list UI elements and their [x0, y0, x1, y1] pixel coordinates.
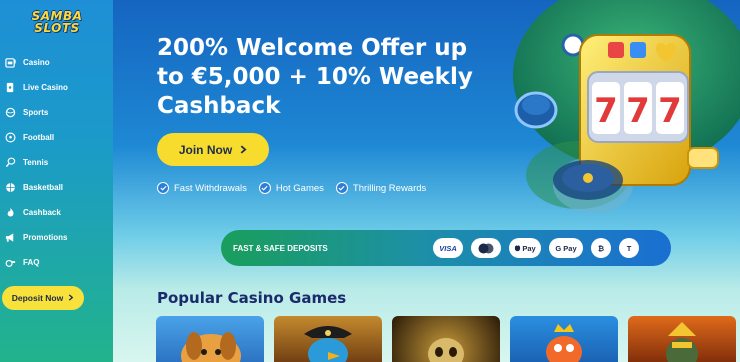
- check-icon: [258, 182, 271, 194]
- chevron-right-icon: [240, 143, 247, 157]
- apple-pay-icon: Pay: [509, 238, 541, 258]
- basketball-icon: [3, 181, 17, 195]
- svg-text:7: 7: [658, 91, 682, 131]
- sidebar-item-label: Tennis: [23, 158, 49, 167]
- football-icon: [3, 131, 17, 145]
- feature-item: Thrilling Rewards: [335, 182, 427, 194]
- sidebar-item-label: FAQ: [23, 258, 40, 267]
- feature-item: Fast Withdrawals: [157, 182, 247, 194]
- feature-label: Thrilling Rewards: [352, 182, 427, 194]
- chevron-right-icon: [68, 293, 74, 303]
- deposit-methods-bar: FAST & SAFE DEPOSITS VISA Pay G Pay ₿ T: [221, 230, 671, 266]
- sidebar-item-tennis[interactable]: Tennis: [0, 150, 113, 175]
- join-now-label: Join Now: [178, 142, 233, 157]
- main-content: 7 7 7 200% Welcome Offer up to €5,000 + …: [113, 0, 740, 362]
- feature-list: Fast Withdrawals Hot Games Thrilling Rew…: [157, 182, 426, 194]
- sidebar-nav: Casino Live Casino Sports Football Tenni…: [0, 50, 113, 275]
- whistle-icon: [3, 256, 17, 270]
- slot-machine-icon: [3, 56, 17, 70]
- fish-king-game-art: [546, 324, 582, 362]
- sidebar-item-label: Cashback: [23, 208, 61, 217]
- sidebar-item-label: Football: [23, 133, 55, 142]
- check-icon: [335, 182, 348, 194]
- sidebar-item-label: Basketball: [23, 183, 64, 192]
- sports-icon: [3, 106, 17, 120]
- payment-methods: VISA Pay G Pay ₿ T: [433, 238, 639, 258]
- check-icon: [157, 182, 169, 194]
- flame-icon: [3, 206, 17, 220]
- svg-text:7: 7: [594, 91, 618, 131]
- join-now-button[interactable]: Join Now: [157, 133, 269, 166]
- warrior-game-art: [666, 322, 698, 362]
- sidebar: SAMBA SLOTS Casino Live Casino Sports Fo…: [0, 0, 113, 362]
- feature-item: Hot Games: [258, 182, 324, 194]
- feature-label: Hot Games: [275, 182, 324, 194]
- games-row: [156, 316, 736, 362]
- sidebar-item-basketball[interactable]: Basketball: [0, 175, 113, 200]
- game-tile-skull[interactable]: [392, 316, 500, 362]
- game-tile-fish-king[interactable]: [510, 316, 618, 362]
- sidebar-item-label: Live Casino: [23, 83, 68, 92]
- sidebar-item-label: Sports: [23, 108, 49, 117]
- skull-game-art: [428, 338, 464, 362]
- deposit-now-label: Deposit Now: [11, 293, 64, 303]
- popular-games-title: Popular Casino Games: [157, 289, 347, 307]
- sidebar-item-casino[interactable]: Casino: [0, 50, 113, 75]
- sidebar-item-football[interactable]: Football: [0, 125, 113, 150]
- pirate-game-art: [304, 326, 352, 362]
- visa-icon: VISA: [433, 238, 463, 258]
- sidebar-item-promotions[interactable]: Promotions: [0, 225, 113, 250]
- cards-icon: [3, 81, 17, 95]
- mastercard-icon: [471, 238, 501, 258]
- hero-title: 200% Welcome Offer up to €5,000 + 10% We…: [157, 35, 473, 119]
- game-tile-warrior[interactable]: [628, 316, 736, 362]
- deposit-now-button[interactable]: Deposit Now: [2, 286, 84, 310]
- samba-slots-logo[interactable]: SAMBA SLOTS: [24, 6, 90, 38]
- sidebar-item-label: Promotions: [23, 233, 68, 242]
- svg-text:7: 7: [626, 91, 650, 131]
- sidebar-item-sports[interactable]: Sports: [0, 100, 113, 125]
- dog-game-art: [181, 332, 241, 362]
- sidebar-item-live-casino[interactable]: Live Casino: [0, 75, 113, 100]
- megaphone-icon: [3, 231, 17, 245]
- sidebar-item-label: Casino: [23, 58, 50, 67]
- game-tile-dog[interactable]: [156, 316, 264, 362]
- feature-label: Fast Withdrawals: [174, 182, 247, 194]
- sidebar-item-cashback[interactable]: Cashback: [0, 200, 113, 225]
- game-tile-pirate[interactable]: [274, 316, 382, 362]
- bitcoin-icon: ₿: [591, 238, 611, 258]
- tether-icon: T: [619, 238, 639, 258]
- deposit-methods-label: FAST & SAFE DEPOSITS: [233, 243, 328, 253]
- google-pay-icon: G Pay: [549, 238, 583, 258]
- logo-line2: SLOTS: [34, 21, 80, 35]
- tennis-icon: [3, 156, 17, 170]
- sidebar-item-faq[interactable]: FAQ: [0, 250, 113, 275]
- slot-machine-illustration: 7 7 7: [513, 0, 740, 213]
